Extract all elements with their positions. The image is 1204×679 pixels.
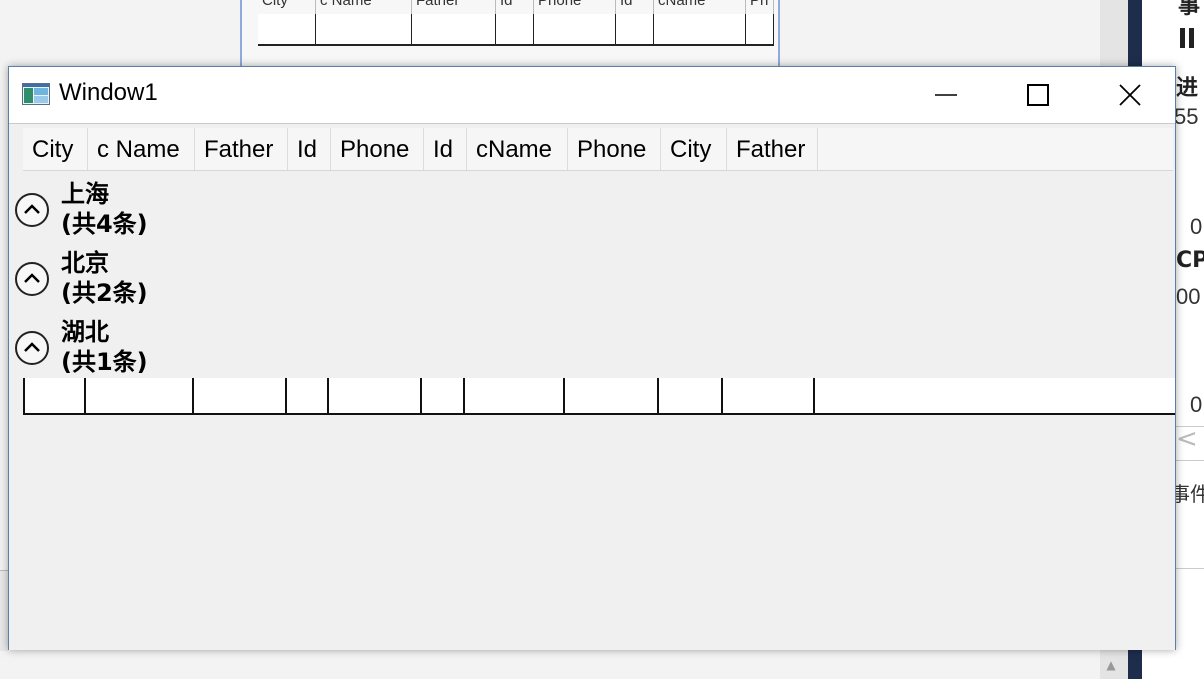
preview-column-header: City c Name Father Id Phone Id cName Ph <box>258 0 774 15</box>
group-name: 上海 <box>61 180 109 208</box>
preview-header-cell: Ph <box>746 0 774 14</box>
preview-header-cell: c Name <box>316 0 412 14</box>
side-value: 55 <box>1174 104 1199 129</box>
window1: Window1 City c Name Father Id Phone Id c… <box>8 66 1176 650</box>
title-bar[interactable]: Window1 <box>9 67 1175 123</box>
preview-header-cell: Father <box>412 0 496 14</box>
group-count: (共2条) <box>61 279 148 307</box>
preview-header-cell: City <box>258 0 316 14</box>
grid-cell[interactable] <box>194 378 287 413</box>
group-expander-button[interactable] <box>15 193 49 227</box>
close-button[interactable] <box>1084 67 1176 123</box>
minimize-icon <box>935 94 957 96</box>
group-header-text: 北京 (共2条) <box>61 248 148 308</box>
group-name: 湖北 <box>61 318 109 346</box>
column-header-phone[interactable]: Phone <box>331 128 424 170</box>
side-text: CP <box>1176 248 1204 273</box>
grid-cell[interactable] <box>23 378 86 413</box>
group-name: 北京 <box>61 249 109 277</box>
group-header-text: 上海 (共4条) <box>61 179 148 239</box>
preview-header-cell: Id <box>496 0 534 14</box>
column-header-city-2[interactable]: City <box>661 128 727 170</box>
column-header-father[interactable]: Father <box>195 128 288 170</box>
pause-icon[interactable] <box>1180 28 1194 48</box>
chevron-up-icon <box>24 204 40 214</box>
side-text: 事 <box>1178 0 1201 19</box>
preview-header-cell: Phone <box>534 0 616 14</box>
column-header-c-name[interactable]: c Name <box>88 128 195 170</box>
maximize-icon <box>1027 84 1049 106</box>
side-value: 0 <box>1190 392 1203 417</box>
chevron-up-icon <box>24 273 40 283</box>
column-header-father-2[interactable]: Father <box>727 128 818 170</box>
grid-cell[interactable] <box>723 378 815 413</box>
side-separator <box>1174 460 1204 461</box>
group-expander-button[interactable] <box>15 331 49 365</box>
group-expander-button[interactable] <box>15 262 49 296</box>
close-icon <box>1119 84 1141 106</box>
designer-preview-panel: City c Name Father Id Phone Id cName Ph <box>240 0 780 66</box>
side-text: 进 <box>1176 76 1199 101</box>
background-panel-edge <box>0 570 8 651</box>
chevron-up-icon <box>24 342 40 352</box>
preview-header-cell: Id <box>616 0 654 14</box>
column-header-cname[interactable]: cName <box>467 128 568 170</box>
side-value: 0 <box>1190 214 1203 239</box>
grid-cell[interactable] <box>422 378 465 413</box>
grid-cell[interactable] <box>659 378 723 413</box>
scroll-up-arrow-icon[interactable]: ▲ <box>1101 656 1121 674</box>
window-title: Window1 <box>59 79 158 106</box>
preview-header-cell: cName <box>654 0 746 14</box>
grid-cell[interactable] <box>465 378 565 413</box>
preview-data-row <box>258 14 774 46</box>
group-header-text: 湖北 (共1条) <box>61 317 148 377</box>
app-window-icon <box>22 83 50 105</box>
minimize-button[interactable] <box>900 67 992 123</box>
grid-cell[interactable] <box>287 378 329 413</box>
column-header-id[interactable]: Id <box>288 128 331 170</box>
maximize-button[interactable] <box>992 67 1084 123</box>
grid-cell[interactable] <box>565 378 659 413</box>
column-header-id-2[interactable]: Id <box>424 128 467 170</box>
datagrid-new-row <box>23 378 1175 415</box>
group-count: (共4条) <box>61 210 148 238</box>
side-separator <box>1174 568 1204 569</box>
group-count: (共1条) <box>61 348 148 376</box>
grid-cell[interactable] <box>329 378 422 413</box>
window-content: City c Name Father Id Phone Id cName Pho… <box>9 123 1175 650</box>
side-value: 00 <box>1176 284 1201 309</box>
column-header-city[interactable]: City <box>23 128 88 170</box>
grid-cell[interactable] <box>86 378 194 413</box>
datagrid-column-header: City c Name Father Id Phone Id cName Pho… <box>23 128 1173 171</box>
column-header-phone-2[interactable]: Phone <box>568 128 661 170</box>
chevron-left-icon[interactable]: < <box>1176 424 1198 454</box>
